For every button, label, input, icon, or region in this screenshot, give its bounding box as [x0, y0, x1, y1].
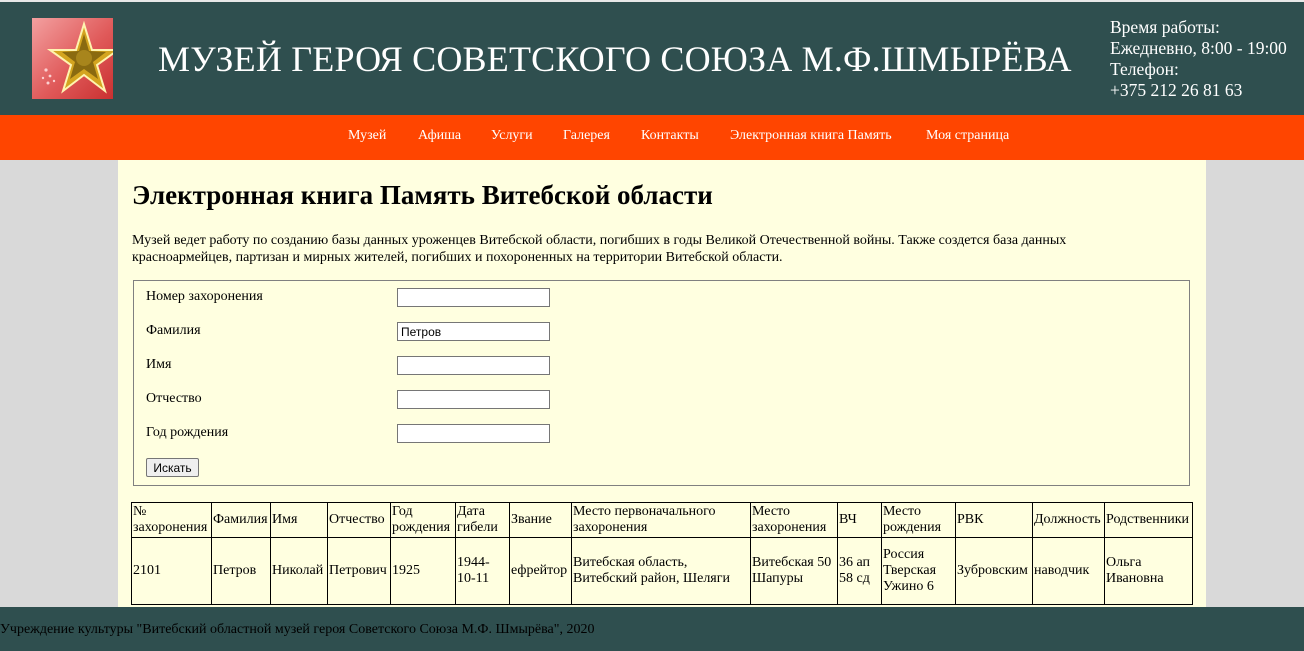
table-row: 2101 Петров Николай Петрович 1925 1944-1… — [131, 537, 1193, 605]
patronymic-input[interactable] — [397, 390, 550, 409]
gold-star-icon[interactable] — [32, 18, 113, 99]
cell-rvk: Зубровским — [955, 537, 1033, 605]
column-header: ВЧ — [837, 502, 882, 538]
nav-item-services[interactable]: Услуги — [491, 128, 533, 144]
birth-year-label: Год рождения — [146, 425, 229, 440]
contact-info: Время работы: Ежедневно, 8:00 - 19:00 Те… — [1110, 17, 1287, 101]
footer-text: Учреждение культуры "Витебский областной… — [0, 622, 595, 637]
cell-death-date: 1944-10-11 — [455, 537, 510, 605]
column-header: № захоронения — [131, 502, 212, 538]
cell-surname: Петров — [211, 537, 271, 605]
name-label: Имя — [146, 357, 172, 372]
column-header: Дата гибели — [455, 502, 510, 538]
nav-item-my-page[interactable]: Моя страница — [926, 128, 1009, 144]
intro-text: Музей ведет работу по созданию базы данн… — [132, 233, 1067, 265]
column-header: Родственники — [1104, 502, 1193, 538]
phone-value[interactable]: +375 212 26 81 63 — [1110, 80, 1287, 101]
nav-item-memory-book[interactable]: Электронная книга Память — [730, 128, 892, 144]
patronymic-label: Отчество — [146, 391, 202, 406]
results-table: № захоронения Фамилия Имя Отчество Год р… — [131, 502, 1193, 605]
content-area: Электронная книга Память Витебской облас… — [118, 160, 1206, 607]
cell-unit: 36 ап 58 сд — [837, 537, 882, 605]
search-form: Номер захоронения Фамилия Имя Отчество Г… — [133, 280, 1190, 486]
nav-item-contacts[interactable]: Контакты — [641, 128, 699, 144]
cell-birthplace: Россия Тверская Ужино 6 — [881, 537, 956, 605]
column-header: Фамилия — [211, 502, 271, 538]
nav-item-afisha[interactable]: Афиша — [418, 128, 461, 144]
column-header: Имя — [270, 502, 328, 538]
search-button[interactable]: Искать — [146, 458, 199, 477]
birth-year-input[interactable] — [397, 424, 550, 443]
page-title: Электронная книга Память Витебской облас… — [132, 180, 713, 210]
phone-label: Телефон: — [1110, 59, 1179, 79]
surname-label: Фамилия — [146, 323, 201, 338]
cell-position: наводчик — [1032, 537, 1105, 605]
cell-name: Николай — [270, 537, 328, 605]
nav-item-museum[interactable]: Музей — [348, 128, 386, 144]
column-header: Место рождения — [881, 502, 956, 538]
column-header: Отчество — [327, 502, 391, 538]
cell-birth-year: 1925 — [390, 537, 456, 605]
column-header: РВК — [955, 502, 1033, 538]
table-header-row: № захоронения Фамилия Имя Отчество Год р… — [131, 502, 1193, 538]
nav-item-gallery[interactable]: Галерея — [563, 128, 610, 144]
cell-original-burial: Витебская область, Витебский район, Шеля… — [571, 537, 751, 605]
surname-input[interactable] — [397, 322, 550, 341]
name-input[interactable] — [397, 356, 550, 375]
site-title: МУЗЕЙ ГЕРОЯ СОВЕТСКОГО СОЮЗА М.Ф.ШМЫРЁВА — [158, 39, 1072, 79]
hours-label: Время работы: — [1110, 17, 1220, 37]
cell-burial-number: 2101 — [131, 537, 212, 605]
burial-number-input[interactable] — [397, 288, 550, 307]
hours-value: Ежедневно, 8:00 - 19:00 — [1110, 38, 1287, 58]
site-footer: Учреждение культуры "Витебский областной… — [0, 607, 1304, 651]
burial-number-label: Номер захоронения — [146, 289, 263, 304]
column-header: Место захоронения — [750, 502, 838, 538]
main-nav: Музей Афиша Услуги Галерея Контакты Элек… — [0, 115, 1304, 160]
column-header: Год рождения — [390, 502, 456, 538]
cell-patronymic: Петрович — [327, 537, 391, 605]
column-header: Звание — [509, 502, 572, 538]
cell-rank: ефрейтор — [509, 537, 572, 605]
cell-relatives: Ольга Ивановна — [1104, 537, 1193, 605]
site-header: МУЗЕЙ ГЕРОЯ СОВЕТСКОГО СОЮЗА М.Ф.ШМЫРЁВА… — [0, 0, 1304, 115]
column-header: Должность — [1032, 502, 1105, 538]
column-header: Место первоначального захоронения — [571, 502, 751, 538]
cell-burial-place: Витебская 50 Шапуры — [750, 537, 838, 605]
